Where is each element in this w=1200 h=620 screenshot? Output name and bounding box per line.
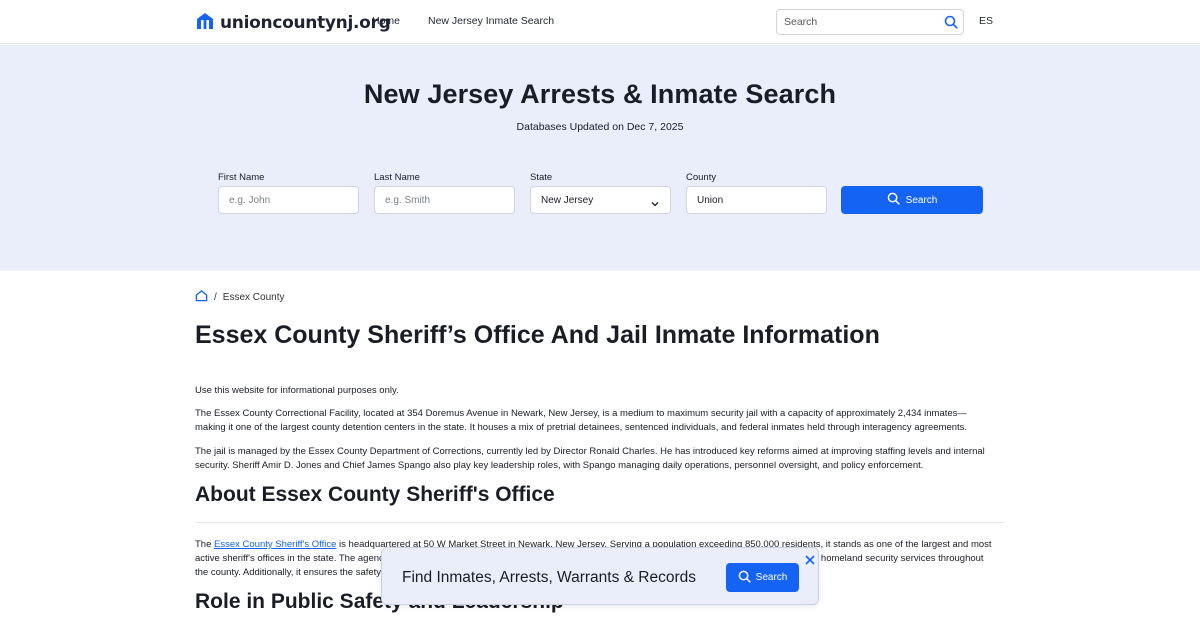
state-label: State: [530, 172, 553, 183]
last-name-label: Last Name: [374, 172, 420, 183]
logo-text: unioncountynj.org: [220, 13, 391, 33]
chevron-down-icon: [650, 196, 660, 214]
search-icon[interactable]: [944, 15, 958, 34]
breadcrumb-separator: /: [214, 291, 217, 303]
site-logo[interactable]: unioncountynj.org: [195, 12, 391, 34]
banner-text: Find Inmates, Arrests, Warrants & Record…: [402, 569, 697, 586]
county-field[interactable]: Union: [686, 186, 827, 214]
county-label: County: [686, 172, 717, 183]
nav-home-link[interactable]: Home: [372, 15, 400, 27]
last-name-field: [374, 186, 515, 214]
management-paragraph: The jail is managed by the Essex County …: [195, 446, 985, 471]
page-title: Essex County Sheriff’s Office And Jail I…: [195, 321, 880, 349]
essex-sheriff-link[interactable]: Essex County Sheriff's Office: [214, 539, 336, 550]
about-paragraph-tail: d homeland security services throughout: [813, 553, 984, 564]
breadcrumb: / Essex County: [195, 289, 284, 305]
county-value: Union: [697, 195, 724, 206]
state-select[interactable]: New Jersey: [530, 186, 671, 214]
hero-search-section: New Jersey Arrests & Inmate Search Datab…: [0, 45, 1200, 271]
banner-search-button-label: Search: [755, 572, 788, 583]
find-records-banner: Find Inmates, Arrests, Warrants & Record…: [381, 547, 819, 605]
first-name-input[interactable]: [219, 187, 358, 213]
banner-search-button[interactable]: Search: [726, 563, 799, 592]
home-icon[interactable]: [195, 289, 208, 305]
facility-paragraph: The Essex County Correctional Facility, …: [195, 408, 968, 433]
section-divider: [195, 522, 1005, 523]
house-icon: [195, 11, 215, 36]
header-search-input[interactable]: [777, 10, 937, 34]
first-name-label: First Name: [218, 172, 265, 183]
hero-search-button[interactable]: Search: [841, 186, 983, 214]
close-icon[interactable]: [804, 553, 816, 565]
first-name-field: [218, 186, 359, 214]
top-navigation-bar: unioncountynj.org Home New Jersey Inmate…: [0, 0, 1200, 44]
language-toggle[interactable]: ES: [979, 15, 993, 27]
header-search-box: [776, 9, 964, 35]
state-select-value: New Jersey: [541, 195, 594, 206]
nav-inmate-search-link[interactable]: New Jersey Inmate Search: [428, 15, 554, 27]
breadcrumb-current: Essex County: [222, 291, 285, 303]
disclaimer-paragraph: Use this website for informational purpo…: [195, 385, 399, 396]
about-paragraph-prefix: The: [195, 539, 215, 550]
last-name-input[interactable]: [375, 187, 514, 213]
hero-search-button-label: Search: [905, 194, 938, 206]
hero-title: New Jersey Arrests & Inmate Search: [363, 79, 837, 109]
about-paragraph-line3: the county. Additionally, it ensures the…: [195, 567, 382, 578]
hero-subtitle: Databases Updated on Dec 7, 2025: [516, 121, 684, 133]
search-icon: [887, 192, 900, 208]
about-heading: About Essex County Sheriff's Office: [195, 483, 555, 506]
search-icon: [738, 570, 751, 586]
